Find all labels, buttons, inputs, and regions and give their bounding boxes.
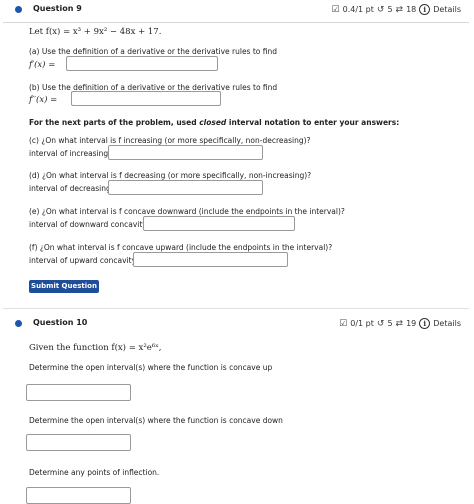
details-link[interactable]: Details — [433, 319, 461, 328]
part-f-answer-input[interactable] — [133, 252, 288, 267]
part-d-prompt: (d) ¿On what interval is f decreasing (o… — [29, 171, 312, 180]
retry-icon: ↺ — [376, 4, 385, 15]
attempts-icon: ⇄ — [395, 4, 404, 15]
function-definition: Given the function f(x) = x²e⁶ˣ, — [29, 343, 162, 353]
part-c-answer-input[interactable] — [108, 145, 263, 160]
part-a-answer-input[interactable] — [66, 56, 218, 71]
edit-check-icon: ☑ — [339, 318, 348, 329]
info-icon[interactable]: i — [419, 4, 431, 15]
part-c-prompt: (c) ¿On what interval is f increasing (o… — [29, 136, 311, 145]
question-9-header: Question 9 ☑ 0.4/1 pt ↺ 5 ⇄ 18 i Details — [3, 0, 469, 23]
part-d-label: interval of decreasing = — [29, 184, 120, 193]
part-f-label: interval of upward concavity = — [29, 256, 145, 265]
part-d-answer-input[interactable] — [108, 180, 263, 195]
question-divider — [3, 308, 469, 309]
question-meta: ☑ 0/1 pt ↺ 5 ⇄ 19 i Details — [339, 318, 461, 329]
concave-down-prompt: Determine the open interval(s) where the… — [29, 416, 283, 425]
instructions-text: For the next parts of the problem, used — [29, 118, 200, 127]
part-a-label: f′(x) = — [29, 60, 56, 70]
question-10-header: Question 10 ☑ 0/1 pt ↺ 5 ⇄ 19 i Details — [3, 312, 469, 336]
function-definition: Let f(x) = x³ + 9x² − 48x + 17. — [29, 27, 162, 37]
details-link[interactable]: Details — [433, 5, 461, 14]
concave-up-answer-input[interactable] — [26, 384, 131, 401]
question-bullet-icon — [15, 320, 22, 327]
submit-question-button[interactable]: Submit Question — [29, 280, 99, 293]
concave-up-prompt: Determine the open interval(s) where the… — [29, 363, 273, 372]
question-bullet-icon — [15, 6, 22, 13]
part-f-prompt: (f) ¿On what interval is f concave upwar… — [29, 243, 333, 252]
instructions: For the next parts of the problem, used … — [29, 118, 399, 127]
retry-icon: ↺ — [376, 318, 385, 329]
part-e-label: interval of downward concavity = — [29, 220, 156, 229]
info-icon[interactable]: i — [419, 318, 431, 329]
retries-count: 5 — [387, 319, 393, 328]
part-b-label: f′′(x) = — [29, 95, 58, 105]
question-meta: ☑ 0.4/1 pt ↺ 5 ⇄ 18 i Details — [332, 4, 461, 15]
part-b-answer-input[interactable] — [71, 91, 221, 106]
question-10-card: Question 10 ☑ 0/1 pt ↺ 5 ⇄ 19 i Details … — [3, 312, 469, 504]
score-text: 0.4/1 pt — [342, 5, 374, 14]
concave-down-answer-input[interactable] — [26, 434, 131, 451]
part-c-label: interval of increasing = — [29, 149, 117, 158]
question-9-card: Question 9 ☑ 0.4/1 pt ↺ 5 ⇄ 18 i Details… — [3, 0, 469, 305]
part-e-answer-input[interactable] — [143, 216, 295, 231]
question-title: Question 9 — [33, 4, 82, 13]
score-text: 0/1 pt — [350, 319, 374, 328]
part-a-prompt: (a) Use the definition of a derivative o… — [29, 47, 278, 56]
instructions-text-end: interval notation to enter your answers: — [226, 118, 400, 127]
attempts-count: 19 — [406, 319, 417, 328]
retries-count: 5 — [387, 5, 393, 14]
inflection-prompt: Determine any points of inflection. — [29, 468, 160, 477]
question-title: Question 10 — [33, 318, 88, 327]
attempts-icon: ⇄ — [395, 318, 404, 329]
instructions-emphasis: closed — [199, 118, 227, 127]
inflection-answer-input[interactable] — [26, 487, 131, 504]
edit-check-icon: ☑ — [331, 4, 340, 15]
attempts-count: 18 — [406, 5, 417, 14]
part-e-prompt: (e) ¿On what interval is f concave downw… — [29, 207, 345, 216]
